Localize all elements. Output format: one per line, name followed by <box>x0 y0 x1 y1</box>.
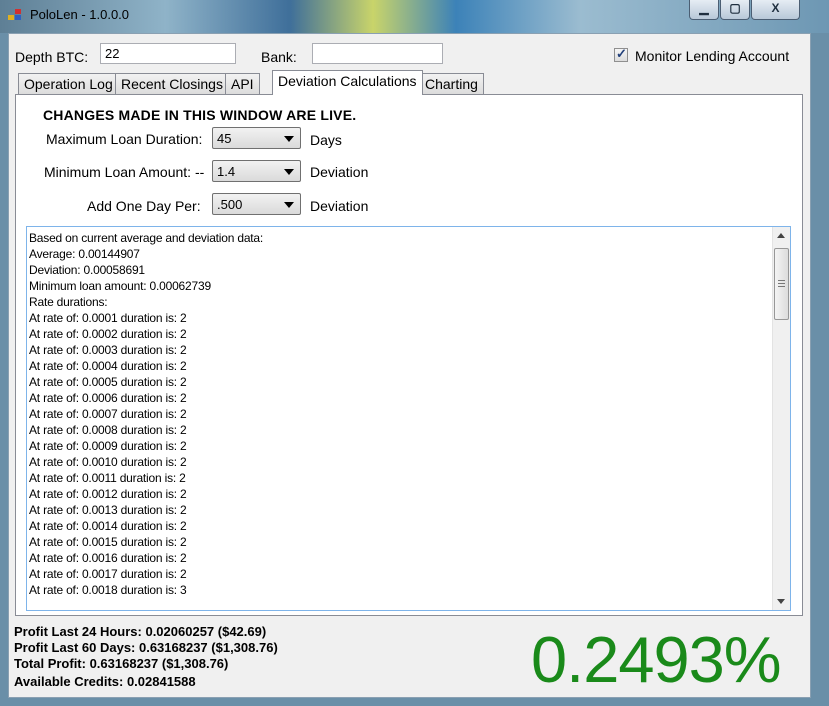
min-loan-amount-unit: Deviation <box>310 164 369 180</box>
chevron-down-icon <box>284 136 294 142</box>
tab-deviation-calculations[interactable]: Deviation Calculations <box>272 70 423 95</box>
monitor-lending-label: Monitor Lending Account <box>635 48 790 64</box>
main-window: Depth BTC: Bank: ✓ Monitor Lending Accou… <box>8 33 811 698</box>
output-line: Based on current average and deviation d… <box>29 231 264 245</box>
output-line: At rate of: 0.0008 duration is: 2 <box>29 423 187 437</box>
output-line: At rate of: 0.0007 duration is: 2 <box>29 407 187 421</box>
output-line: At rate of: 0.0001 duration is: 2 <box>29 311 187 325</box>
output-line: At rate of: 0.0018 duration is: 3 <box>29 583 187 597</box>
output-line: At rate of: 0.0013 duration is: 2 <box>29 503 187 517</box>
output-line: Deviation: 0.00058691 <box>29 263 145 277</box>
output-line: At rate of: 0.0005 duration is: 2 <box>29 375 187 389</box>
scroll-up-arrow-icon[interactable] <box>777 233 785 238</box>
deviation-calculations-panel: CHANGES MADE IN THIS WINDOW ARE LIVE. Ma… <box>15 94 803 616</box>
add-one-day-per-unit: Deviation <box>310 198 369 214</box>
depth-btc-label: Depth BTC: <box>15 49 89 65</box>
max-loan-duration-label: Maximum Loan Duration: <box>46 131 203 147</box>
profit-last-24-hours: Profit Last 24 Hours: 0.02060257 ($42.69… <box>14 624 267 639</box>
add-one-day-per-value: .500 <box>217 197 243 212</box>
depth-btc-input[interactable] <box>100 43 236 64</box>
min-loan-amount-value: 1.4 <box>217 164 236 179</box>
output-line: At rate of: 0.0004 duration is: 2 <box>29 359 187 373</box>
close-icon: X <box>771 1 780 15</box>
min-loan-amount-label: Minimum Loan Amount: -- <box>44 164 205 180</box>
output-line: At rate of: 0.0016 duration is: 2 <box>29 551 187 565</box>
add-one-day-per-select[interactable]: .500 <box>212 193 301 215</box>
bank-label: Bank: <box>261 49 297 65</box>
deviation-output-lines: Based on current average and deviation d… <box>29 230 769 598</box>
window-title: PoloLen - 1.0.0.0 <box>30 7 130 22</box>
output-line: At rate of: 0.0014 duration is: 2 <box>29 519 187 533</box>
monitor-lending-checkbox[interactable]: ✓ <box>614 46 628 62</box>
current-rate-display: 0.2493% <box>531 623 782 696</box>
close-button[interactable]: X <box>751 0 800 20</box>
add-one-day-per-label: Add One Day Per: <box>87 198 201 214</box>
scroll-down-arrow-icon[interactable] <box>777 599 785 604</box>
app-icon <box>8 9 22 21</box>
tab-operation-log[interactable]: Operation Log <box>18 73 119 94</box>
vertical-scrollbar[interactable] <box>772 227 790 610</box>
output-line: At rate of: 0.0011 duration is: 2 <box>29 471 186 485</box>
output-line: Minimum loan amount: 0.00062739 <box>29 279 211 293</box>
chevron-down-icon <box>284 169 294 175</box>
total-profit: Total Profit: 0.63168237 ($1,308.76) <box>14 656 229 671</box>
minimize-button[interactable]: ▁ <box>689 0 719 20</box>
minimize-icon: ▁ <box>699 1 709 15</box>
tab-recent-closings[interactable]: Recent Closings <box>115 73 229 94</box>
output-line: At rate of: 0.0015 duration is: 2 <box>29 535 187 549</box>
maximize-icon: ▢ <box>729 1 741 15</box>
max-loan-duration-unit: Days <box>310 132 342 148</box>
max-loan-duration-select[interactable]: 45 <box>212 127 301 149</box>
grip-icon <box>778 280 785 289</box>
bank-input[interactable] <box>312 43 443 64</box>
profit-last-60-days: Profit Last 60 Days: 0.63168237 ($1,308.… <box>14 640 278 655</box>
output-line: Rate durations: <box>29 295 108 309</box>
maximize-button[interactable]: ▢ <box>720 0 750 20</box>
output-line: Average: 0.00144907 <box>29 247 140 261</box>
min-loan-amount-select[interactable]: 1.4 <box>212 160 301 182</box>
live-changes-warning: CHANGES MADE IN THIS WINDOW ARE LIVE. <box>43 107 357 123</box>
tab-charting[interactable]: Charting <box>419 73 484 94</box>
chevron-down-icon <box>284 202 294 208</box>
available-credits: Available Credits: 0.02841588 <box>14 674 196 689</box>
scroll-thumb[interactable] <box>774 248 789 320</box>
tab-api[interactable]: API <box>225 73 260 94</box>
output-line: At rate of: 0.0009 duration is: 2 <box>29 439 187 453</box>
title-bar[interactable]: PoloLen - 1.0.0.0 ▁ ▢ X <box>0 0 829 33</box>
max-loan-duration-value: 45 <box>217 131 232 146</box>
checkmark-icon: ✓ <box>616 46 627 61</box>
output-line: At rate of: 0.0012 duration is: 2 <box>29 487 187 501</box>
output-line: At rate of: 0.0017 duration is: 2 <box>29 567 187 581</box>
deviation-output-textbox[interactable]: Based on current average and deviation d… <box>26 226 791 611</box>
output-line: At rate of: 0.0010 duration is: 2 <box>29 455 187 469</box>
output-line: At rate of: 0.0002 duration is: 2 <box>29 327 187 341</box>
output-line: At rate of: 0.0003 duration is: 2 <box>29 343 187 357</box>
output-line: At rate of: 0.0006 duration is: 2 <box>29 391 187 405</box>
